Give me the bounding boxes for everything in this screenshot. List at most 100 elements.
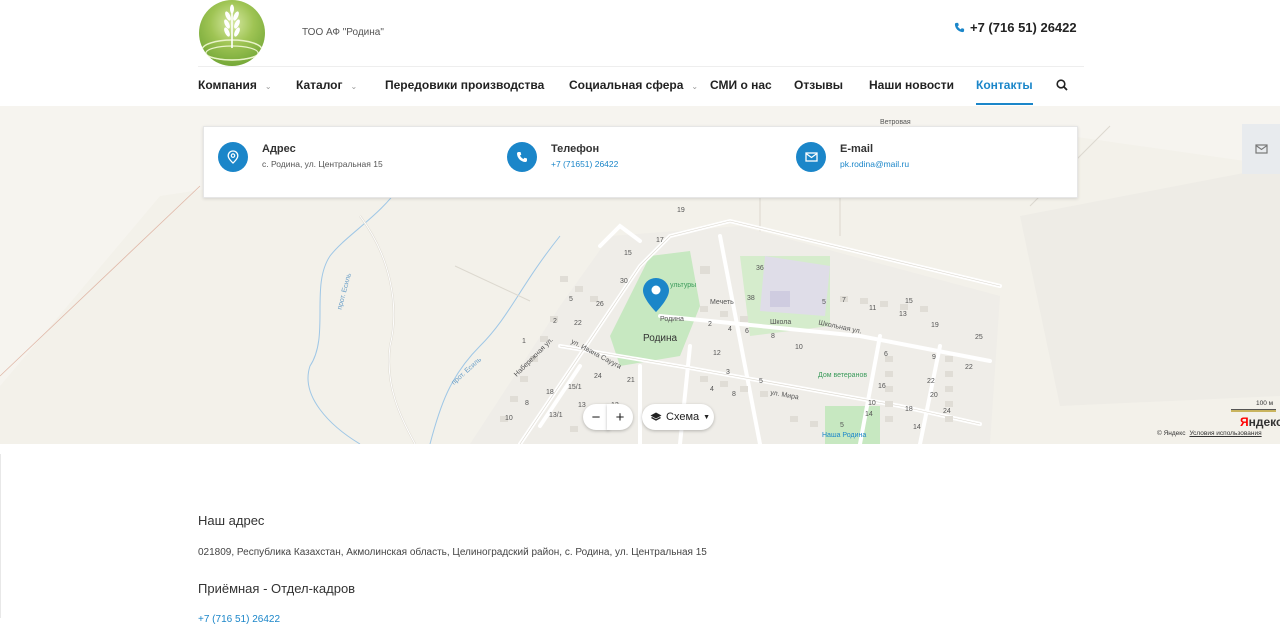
- house-number: 3: [726, 369, 730, 376]
- house-number: 22: [927, 378, 935, 385]
- yandex-brand: ндекс: [1248, 415, 1280, 429]
- nav-item-label: Социальная сфера: [569, 78, 684, 92]
- map-layer-selector[interactable]: Схема ▼: [642, 404, 714, 430]
- house-number: 6: [745, 328, 749, 335]
- email-link[interactable]: pk.rodina@mail.ru: [840, 159, 909, 169]
- nav-item-contacts[interactable]: Контакты: [976, 67, 1033, 105]
- header-phone[interactable]: +7 (716 51) 26422: [954, 20, 1077, 35]
- nav-item-label: Контакты: [976, 78, 1033, 92]
- house-number: 24: [594, 373, 602, 380]
- house-number: 17: [656, 237, 664, 244]
- house-number: 13/1: [549, 412, 563, 419]
- zoom-out-button[interactable]: −: [583, 404, 609, 430]
- house-number: 19: [931, 322, 939, 329]
- chevron-down-icon: ⌄: [691, 82, 699, 91]
- nav-item-label: Наши новости: [869, 78, 954, 92]
- house-number: 8: [525, 400, 529, 407]
- house-number: 13: [578, 402, 586, 409]
- nav-item-label: Отзывы: [794, 78, 844, 92]
- house-number: 25: [975, 334, 983, 341]
- house-number: 11: [869, 305, 877, 312]
- house-number: 18: [905, 406, 913, 413]
- company-name: ТОО АФ "Родина": [302, 27, 384, 38]
- map-label: Родина: [660, 316, 684, 323]
- nav-item-label: Каталог: [296, 78, 343, 92]
- house-number: 4: [728, 326, 732, 333]
- feedback-tab[interactable]: [1242, 124, 1280, 174]
- house-number: 15/1: [568, 384, 582, 391]
- house-number: 21: [627, 377, 635, 384]
- nav-item-reviews[interactable]: Отзывы: [794, 67, 843, 105]
- house-number: 14: [865, 411, 873, 418]
- house-number: 6: [884, 351, 888, 358]
- zoom-in-button[interactable]: +: [607, 404, 633, 430]
- phone-link[interactable]: +7 (71651) 26422: [551, 159, 618, 169]
- nav-item-news[interactable]: Наши новости: [869, 67, 954, 105]
- house-number: 19: [677, 207, 685, 214]
- house-number: 5: [759, 378, 763, 385]
- house-number: 7: [842, 297, 846, 304]
- map-pin-icon: [218, 142, 248, 172]
- nav-item-label: Компания: [198, 78, 257, 92]
- house-number: 4: [710, 386, 714, 393]
- layers-icon: [650, 412, 662, 421]
- house-number: 38: [747, 295, 755, 302]
- house-number: 5: [569, 296, 573, 303]
- house-number: 8: [732, 391, 736, 398]
- house-number: 9: [932, 354, 936, 361]
- house-number: 20: [930, 392, 938, 399]
- map-copyright: © Яндекс Условия использования: [1157, 430, 1262, 437]
- phone-icon: [954, 22, 965, 33]
- contact-info-card: Адрес с. Родина, ул. Центральная 15 Теле…: [203, 126, 1078, 198]
- house-number: 10: [795, 344, 803, 351]
- nav-item-catalog[interactable]: Каталог ⌄: [296, 67, 357, 105]
- address-value: с. Родина, ул. Центральная 15: [262, 159, 383, 169]
- search-icon[interactable]: [1056, 79, 1068, 91]
- terms-link[interactable]: Условия использования: [1189, 430, 1261, 437]
- house-number: 36: [756, 265, 764, 272]
- nav-item-leaders[interactable]: Передовики производства: [385, 67, 544, 105]
- nav-item-label: СМИ о нас: [710, 78, 772, 92]
- house-number: 15: [624, 250, 632, 257]
- house-number: 2: [708, 321, 712, 328]
- location-pin-icon[interactable]: [642, 277, 670, 313]
- house-number: 2: [553, 318, 557, 325]
- house-number: 22: [965, 364, 973, 371]
- company-logo[interactable]: [199, 0, 265, 66]
- full-address: 021809, Республика Казахстан, Акмолинска…: [198, 547, 707, 558]
- nav-item-media[interactable]: СМИ о нас: [710, 67, 772, 105]
- map-label: Дом ветеранов: [818, 372, 868, 379]
- house-number: 24: [943, 408, 951, 415]
- copyright-text: © Яндекс: [1157, 430, 1186, 437]
- side-divider: [0, 454, 1, 618]
- envelope-icon: [796, 142, 826, 172]
- nav-item-company[interactable]: Компания ⌄: [198, 67, 272, 105]
- header-phone-number: +7 (716 51) 26422: [970, 20, 1077, 35]
- contacts-content: Наш адрес 021809, Республика Казахстан, …: [0, 444, 1280, 625]
- reception-phone-link[interactable]: +7 (716 51) 26422: [198, 614, 280, 625]
- house-number: 10: [868, 400, 876, 407]
- map-layer-label: Схема: [666, 411, 700, 423]
- phone-icon: [507, 142, 537, 172]
- house-number: 8: [771, 333, 775, 340]
- address-heading: Наш адрес: [198, 513, 265, 528]
- nav-item-social[interactable]: Социальная сфера ⌄: [569, 67, 698, 105]
- caret-down-icon: ▼: [703, 413, 711, 421]
- main-nav: Компания ⌄ Каталог ⌄ Передовики производст…: [198, 67, 1084, 105]
- map-label: Наша Родина: [822, 432, 867, 439]
- envelope-icon: [1254, 144, 1268, 154]
- house-number: 16: [878, 383, 886, 390]
- house-number: 15: [905, 298, 913, 305]
- map-label: Ветровая: [880, 119, 911, 126]
- house-number: 10: [505, 415, 513, 422]
- map-scale-bar: [1231, 409, 1276, 412]
- nav-item-label: Передовики производства: [385, 78, 545, 92]
- house-number: 22: [574, 320, 582, 327]
- yandex-logo[interactable]: Яндекс: [1240, 415, 1280, 429]
- site-header: ТОО АФ "Родина" +7 (716 51) 26422 Компан…: [0, 0, 1280, 106]
- email-title: E-mail: [840, 143, 874, 155]
- chevron-down-icon: ⌄: [350, 82, 358, 91]
- map-town-label: Родина: [643, 333, 678, 344]
- yandex-map[interactable]: Ветровая Мечеть Школа Родина Родина ульт…: [0, 106, 1280, 444]
- wheat-logo-icon: [201, 4, 263, 61]
